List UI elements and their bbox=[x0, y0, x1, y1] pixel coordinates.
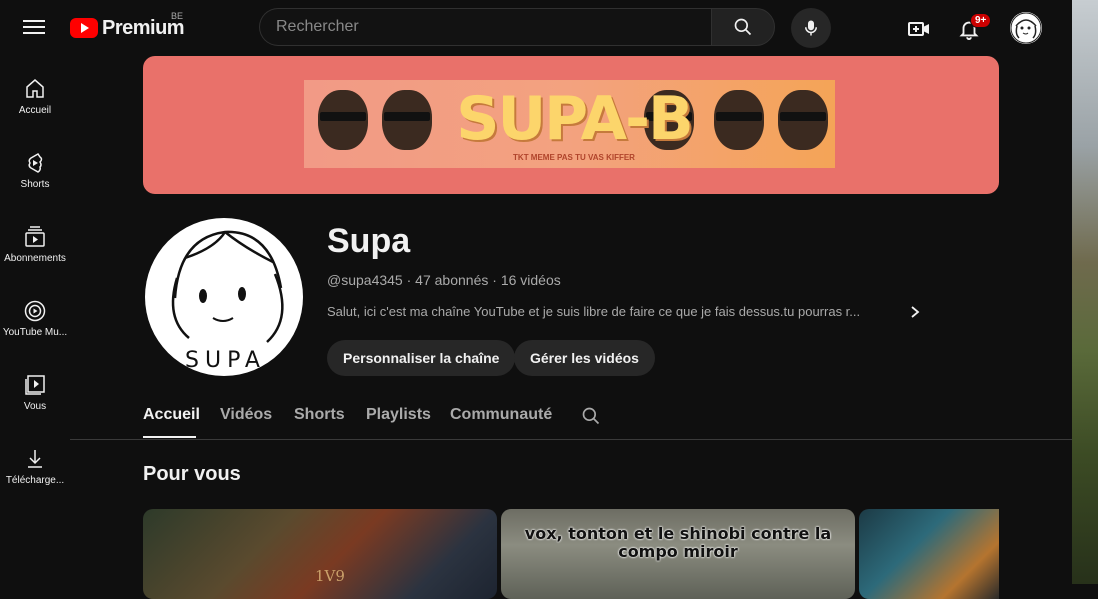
search-icon bbox=[582, 407, 600, 425]
channel-name: Supa bbox=[327, 222, 411, 260]
sidebar-item-label: Accueil bbox=[18, 105, 52, 116]
banner-artwork: SUPA-B TKT MEME PAS TU VAS KIFFER bbox=[304, 80, 835, 168]
search-box bbox=[259, 8, 743, 46]
active-tab-indicator bbox=[143, 436, 196, 438]
create-video-icon bbox=[908, 22, 929, 36]
channel-avatar-signature: SUPA bbox=[185, 348, 266, 373]
youtube-premium-logo[interactable]: Premium BE bbox=[70, 11, 185, 42]
notification-badge: 9+ bbox=[970, 13, 992, 28]
country-code: BE bbox=[171, 11, 184, 21]
meta-separator: · bbox=[492, 272, 497, 288]
sidebar-item-label: Abonnements bbox=[4, 253, 66, 264]
sidebar-item-label: Shorts bbox=[20, 179, 50, 190]
video-count: 16 vidéos bbox=[500, 272, 561, 288]
search-input[interactable] bbox=[260, 9, 743, 45]
microphone-icon bbox=[805, 20, 817, 36]
search-button[interactable] bbox=[711, 8, 775, 46]
shorts-icon bbox=[28, 153, 43, 173]
banner-subtitle: TKT MEME PAS TU VAS KIFFER bbox=[513, 153, 635, 162]
sidebar-item-telechargements[interactable]: Télécharge... bbox=[0, 447, 70, 486]
library-icon bbox=[25, 375, 45, 395]
thumbnail-text: vox, tonton et le shinobi contre la comp… bbox=[524, 524, 832, 561]
meta-separator: · bbox=[406, 272, 412, 288]
avatar-drawing-icon bbox=[1010, 12, 1042, 44]
sidebar-item-youtube-music[interactable]: YouTube Mu... bbox=[0, 299, 70, 338]
channel-meta: @supa4345 · 47 abonnés · 16 vidéos bbox=[327, 272, 561, 288]
sidebar-item-accueil[interactable]: Accueil bbox=[0, 77, 70, 116]
youtube-music-icon bbox=[24, 300, 46, 322]
sidebar-item-shorts[interactable]: Shorts bbox=[0, 151, 70, 190]
manage-videos-button[interactable]: Gérer les vidéos bbox=[514, 340, 655, 376]
channel-description[interactable]: Salut, ici c'est ma chaîne YouTube et je… bbox=[327, 304, 897, 319]
tab-shorts[interactable]: Shorts bbox=[294, 406, 345, 424]
search-icon bbox=[734, 18, 752, 36]
subscriptions-icon bbox=[25, 226, 45, 247]
thumbnail-text: 1V9 bbox=[315, 567, 345, 585]
banner-face-image bbox=[318, 90, 368, 150]
tabs-divider bbox=[70, 439, 1072, 440]
section-title: Pour vous bbox=[143, 463, 241, 485]
download-icon bbox=[28, 450, 42, 468]
video-thumbnail[interactable] bbox=[859, 509, 999, 599]
tab-communaute[interactable]: Communauté bbox=[450, 406, 552, 424]
channel-search-button[interactable] bbox=[581, 406, 601, 426]
tab-videos[interactable]: Vidéos bbox=[220, 406, 272, 424]
create-button[interactable] bbox=[906, 16, 932, 42]
video-thumbnail[interactable]: 1V9 bbox=[143, 509, 497, 599]
menu-icon[interactable] bbox=[20, 16, 48, 40]
channel-banner: SUPA-B TKT MEME PAS TU VAS KIFFER bbox=[143, 56, 999, 194]
subscriber-count: 47 abonnés bbox=[415, 272, 489, 288]
sidebar-item-vous[interactable]: Vous bbox=[0, 373, 70, 412]
voice-search-button[interactable] bbox=[791, 8, 831, 48]
sidebar-item-label: Vous bbox=[23, 401, 47, 412]
account-avatar[interactable] bbox=[1010, 12, 1042, 44]
desktop-wallpaper-strip bbox=[1072, 0, 1098, 584]
youtube-play-icon bbox=[70, 18, 98, 38]
description-more-button[interactable] bbox=[908, 304, 922, 320]
tab-playlists[interactable]: Playlists bbox=[366, 406, 431, 424]
customize-channel-button[interactable]: Personnaliser la chaîne bbox=[327, 340, 516, 376]
sidebar-item-label: Télécharge... bbox=[5, 475, 65, 486]
sidebar-item-abonnements[interactable]: Abonnements bbox=[0, 225, 70, 264]
video-thumbnail[interactable]: vox, tonton et le shinobi contre la comp… bbox=[501, 509, 855, 599]
channel-handle: @supa4345 bbox=[327, 272, 403, 288]
banner-face-image bbox=[778, 90, 828, 150]
tab-accueil[interactable]: Accueil bbox=[143, 406, 200, 424]
channel-avatar[interactable]: SUPA bbox=[145, 218, 303, 376]
banner-title: SUPA-B bbox=[456, 84, 693, 154]
chevron-right-icon bbox=[911, 306, 920, 318]
sidebar-item-label: YouTube Mu... bbox=[2, 327, 68, 338]
home-icon bbox=[26, 79, 44, 98]
